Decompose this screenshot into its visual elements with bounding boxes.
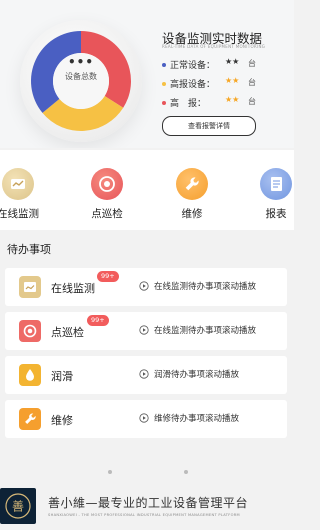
scroll-play-icon — [139, 324, 149, 335]
scroll-play-icon — [139, 368, 149, 379]
nav-item-report[interactable]: 报表 — [246, 168, 306, 221]
brand-slogan: 善小維—最专业的工业设备管理平台 — [48, 496, 249, 510]
todo-count-badge: 99+ — [87, 315, 109, 326]
donut-center: ••• 设备总数 — [60, 55, 102, 99]
stat-label: 高 报： — [170, 99, 207, 109]
todo-title: 待办事项 — [7, 243, 51, 256]
todo-item-lubrication[interactable]: 润滑 润滑待办事项滚动播放 — [5, 356, 287, 394]
nav-item-online-monitoring[interactable]: 在线监测 — [0, 168, 48, 221]
stats-subtitle: REAL-TIME DATA OF EQUIPMENT MONITORING — [162, 44, 266, 49]
stat-row-warning: 高报设备： ★★ 台 — [162, 76, 256, 90]
todo-scroll-text: 维修待办事项滚动播放 — [139, 412, 239, 424]
target-icon — [19, 320, 41, 342]
stat-value: ★★ — [225, 76, 240, 85]
chart-icon — [19, 276, 41, 298]
target-icon — [91, 168, 123, 200]
nav-label: 报表 — [265, 208, 287, 220]
quick-nav: 在线监测 点巡检 维修 报表 — [0, 150, 294, 230]
scroll-play-icon — [139, 412, 149, 423]
divider-dot — [184, 470, 188, 474]
stat-unit: 台 — [248, 78, 256, 87]
device-donut-chart[interactable]: ••• 设备总数 — [20, 20, 142, 142]
yellow-dot-icon — [162, 81, 166, 86]
todo-section: 待办事项 在线监测 99+ 在线监测待办事项滚动播放 点巡检 99+ 在线监测待… — [0, 238, 294, 448]
report-icon — [260, 168, 292, 200]
footer-branding: 善 善小維—最专业的工业设备管理平台 SHANXIAOWEI - THE MOS… — [0, 470, 294, 530]
nav-label: 维修 — [181, 208, 203, 220]
wrench-icon — [176, 168, 208, 200]
red-dot-icon — [162, 100, 166, 105]
stat-row-normal: 正常设备： ★★ 台 — [162, 57, 256, 71]
todo-item-inspection[interactable]: 点巡检 99+ 在线监测待办事项滚动播放 — [5, 312, 287, 350]
stat-value: ★★ — [225, 57, 240, 66]
nav-item-repair[interactable]: 维修 — [162, 168, 222, 221]
blue-dot-icon — [162, 62, 166, 67]
scroll-play-icon — [139, 280, 149, 291]
ellipsis-icon: ••• — [67, 55, 94, 69]
todo-scroll-text: 润滑待办事项滚动播放 — [139, 368, 239, 380]
stat-unit: 台 — [248, 59, 256, 68]
divider-dot — [108, 470, 112, 474]
todo-scroll-text: 在线监测待办事项滚动播放 — [139, 280, 256, 292]
todo-item-repair[interactable]: 维修 维修待办事项滚动播放 — [5, 400, 287, 438]
stat-unit: 台 — [248, 97, 256, 106]
todo-item-name: 润滑 — [51, 370, 73, 383]
brand-logo: 善 — [0, 488, 36, 524]
stat-label: 高报设备： — [170, 80, 216, 90]
nav-item-inspection[interactable]: 点巡检 — [77, 168, 137, 221]
brand-subtitle: SHANXIAOWEI - THE MOST PROFESSIONAL INDU… — [48, 513, 240, 517]
todo-item-name: 点巡检 — [51, 326, 84, 339]
stat-value: ★★ — [225, 95, 240, 104]
todo-item-online-monitoring[interactable]: 在线监测 99+ 在线监测待办事项滚动播放 — [5, 268, 287, 306]
nav-label: 点巡检 — [91, 208, 123, 220]
chart-icon — [2, 168, 34, 200]
monitoring-overview-card: ••• 设备总数 设备监测实时数据 REAL-TIME DATA OF EQUI… — [0, 0, 294, 148]
stat-row-alarm: 高 报： ★★ 台 — [162, 95, 256, 109]
nav-label: 在线监测 — [0, 208, 39, 220]
svg-text:善: 善 — [12, 499, 24, 514]
stat-label: 正常设备： — [170, 61, 216, 71]
view-alarm-details-button[interactable]: 查看报警详情 — [162, 116, 256, 136]
todo-scroll-text: 在线监测待办事项滚动播放 — [139, 324, 256, 336]
wrench-icon — [19, 408, 41, 430]
device-total-label: 设备总数 — [65, 72, 97, 81]
todo-count-badge: 99+ — [97, 271, 119, 282]
todo-item-name: 维修 — [51, 414, 73, 427]
oil-drop-icon — [19, 364, 41, 386]
todo-item-name: 在线监测 — [51, 282, 95, 295]
